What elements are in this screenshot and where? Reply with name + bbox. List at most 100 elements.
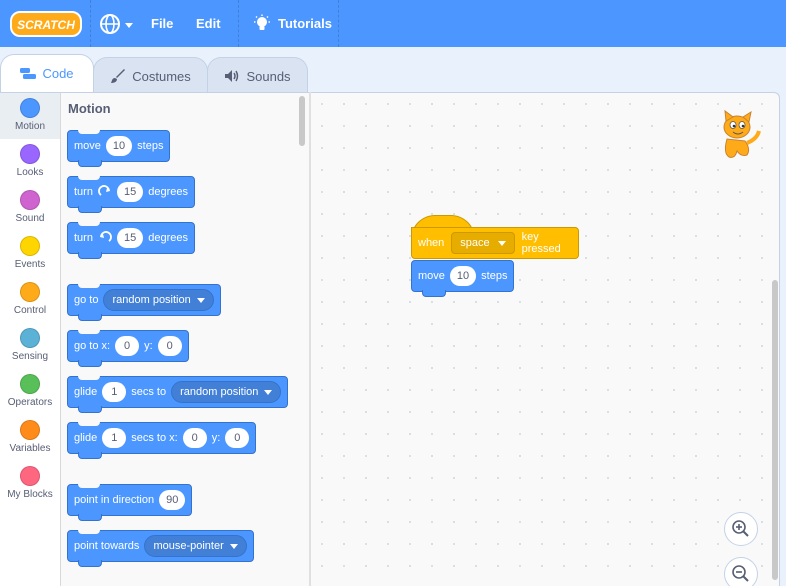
category-sensing[interactable]: Sensing [0, 323, 60, 369]
y-input[interactable]: 0 [157, 336, 182, 356]
point-towards-block[interactable]: point towards mouse-pointer [67, 530, 254, 567]
category-menu: Motion Looks Sound Events Control Sensin… [0, 92, 61, 586]
dropdown-arrow-icon [229, 543, 238, 549]
hat-body: when space key pressed [411, 227, 579, 259]
tab-code-label: Code [42, 66, 74, 81]
secs-input[interactable]: 1 [102, 382, 127, 402]
steps-input[interactable]: 10 [449, 266, 477, 286]
y-input[interactable]: 0 [225, 428, 250, 448]
motion-color-dot [20, 98, 40, 118]
block-text: move [418, 270, 445, 282]
category-label: Control [13, 305, 47, 316]
go-to-block[interactable]: go to random position [67, 284, 221, 321]
category-variables[interactable]: Variables [0, 415, 60, 461]
go-to-xy-block[interactable]: go to x: 0 y: 0 [67, 330, 189, 367]
degrees-input[interactable]: 15 [116, 228, 144, 248]
code-workspace[interactable]: when space key pressed move 10 steps [311, 92, 780, 586]
script-move-steps-block[interactable]: move 10 steps [411, 260, 515, 297]
variables-color-dot [20, 420, 40, 440]
category-label: My Blocks [7, 489, 53, 500]
dropdown-arrow-icon [497, 240, 506, 246]
control-color-dot [20, 282, 40, 302]
category-label: Looks [16, 167, 44, 178]
category-control[interactable]: Control [0, 277, 60, 323]
chevron-down-icon [125, 16, 133, 31]
menu-divider [90, 0, 91, 47]
palette-title: Motion [68, 101, 111, 116]
language-menu[interactable] [99, 0, 133, 47]
block-text: secs to [131, 386, 167, 398]
category-motion[interactable]: Motion [0, 93, 60, 139]
category-sound[interactable]: Sound [0, 185, 60, 231]
workspace-scrollbar[interactable] [772, 280, 778, 580]
category-operators[interactable]: Operators [0, 369, 60, 415]
menu-divider [238, 0, 239, 47]
secs-input[interactable]: 1 [102, 428, 127, 448]
tab-sounds[interactable]: Sounds [207, 57, 308, 94]
events-color-dot [20, 236, 40, 256]
rotate-right-icon [98, 185, 110, 196]
tab-code[interactable]: Code [0, 54, 94, 92]
block-text: when [418, 237, 445, 249]
x-input[interactable]: 0 [115, 336, 140, 356]
category-events[interactable]: Events [0, 231, 60, 277]
target-dropdown[interactable]: random position [171, 381, 282, 403]
block-palette: Motion move 10 steps turn 15 degrees tur… [61, 92, 309, 586]
brush-icon [111, 69, 126, 83]
dropdown-value: space [460, 237, 490, 249]
file-menu[interactable]: File [151, 0, 173, 47]
glide-xy-block[interactable]: glide 1 secs to x: 0 y: 0 [67, 422, 257, 459]
block-text: secs to x: [131, 432, 178, 444]
category-label: Sound [15, 213, 45, 224]
sprite-cat-icon [723, 109, 761, 158]
zoom-out-button[interactable] [724, 557, 758, 586]
turn-left-block[interactable]: turn 15 degrees [67, 222, 195, 259]
tab-costumes[interactable]: Costumes [93, 57, 208, 94]
tutorials-label: Tutorials [278, 16, 332, 31]
block-text: go to [74, 294, 99, 306]
dropdown-arrow-icon [264, 389, 273, 395]
block-text: steps [481, 270, 508, 282]
target-dropdown[interactable]: mouse-pointer [144, 535, 247, 557]
category-looks[interactable]: Looks [0, 139, 60, 185]
menu-divider [338, 0, 339, 47]
speaker-icon [225, 70, 239, 82]
turn-right-block[interactable]: turn 15 degrees [67, 176, 195, 213]
category-label: Events [14, 259, 46, 270]
lightbulb-icon [254, 14, 270, 30]
looks-color-dot [20, 144, 40, 164]
x-input[interactable]: 0 [182, 428, 207, 448]
rotate-left-icon [99, 231, 112, 242]
move-steps-block[interactable]: move 10 steps [67, 130, 171, 167]
category-label: Operators [7, 397, 53, 408]
degrees-input[interactable]: 15 [116, 182, 144, 202]
glide-to-block[interactable]: glide 1 secs to random position [67, 376, 289, 413]
palette-scrollbar[interactable] [299, 96, 305, 146]
logo-text: SCRATCH [17, 18, 75, 32]
block-text: degrees [148, 186, 188, 198]
scratch-logo[interactable]: SCRATCH [10, 10, 82, 38]
block-text: degrees [148, 232, 188, 244]
sound-color-dot [20, 190, 40, 210]
tab-costumes-label: Costumes [132, 68, 191, 84]
block-text: key pressed [521, 231, 561, 255]
target-dropdown[interactable]: random position [103, 289, 214, 311]
steps-input[interactable]: 10 [105, 136, 133, 156]
point-in-direction-block[interactable]: point in direction 90 [67, 484, 193, 521]
tab-sounds-label: Sounds [246, 68, 291, 84]
tutorials-button[interactable]: Tutorials [252, 0, 332, 47]
menu-bar: SCRATCH File Edit Tutorials [0, 0, 786, 47]
block-text: move [74, 140, 101, 152]
block-text: point towards [74, 540, 140, 552]
dropdown-value: mouse-pointer [153, 540, 224, 552]
direction-input[interactable]: 90 [159, 490, 186, 510]
key-dropdown[interactable]: space [451, 232, 515, 254]
block-text: steps [137, 140, 164, 152]
block-text: y: [211, 432, 221, 444]
category-my-blocks[interactable]: My Blocks [0, 461, 60, 507]
block-text: glide [74, 432, 98, 444]
zoom-in-button[interactable] [724, 512, 758, 546]
edit-menu[interactable]: Edit [196, 0, 221, 47]
when-key-pressed-block[interactable]: when space key pressed [411, 215, 579, 259]
editor-tabs: Code Costumes Sounds [0, 47, 786, 94]
